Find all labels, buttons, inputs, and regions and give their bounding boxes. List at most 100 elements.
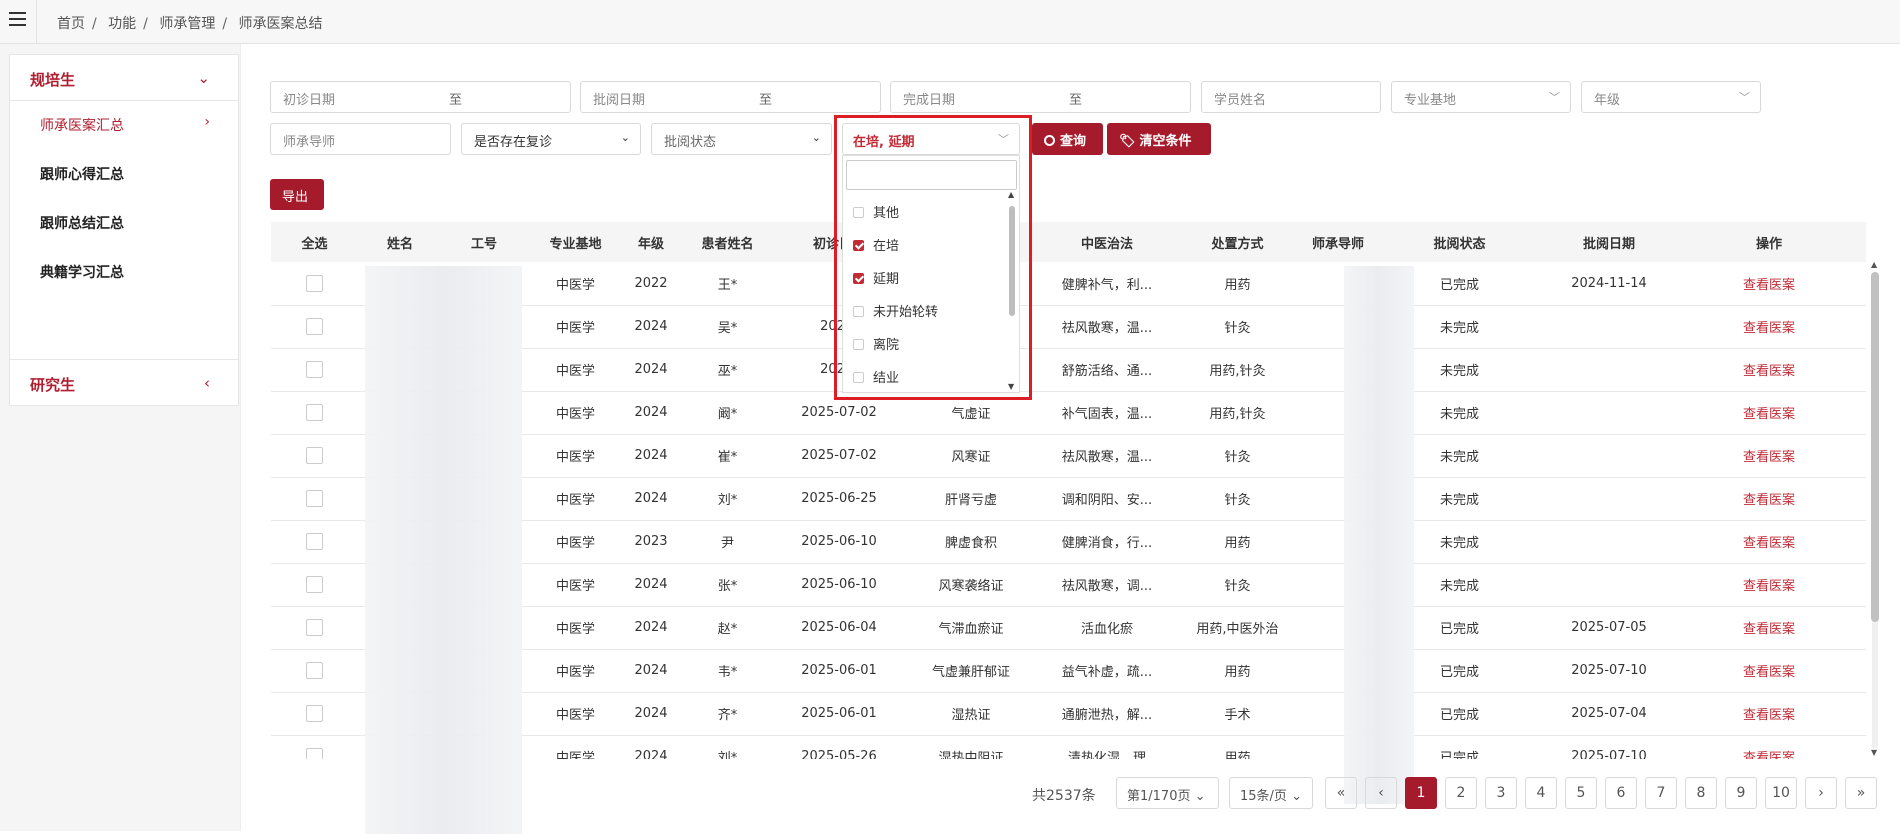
select-cell[interactable] <box>271 649 358 693</box>
page-6-button[interactable]: 6 <box>1605 777 1637 809</box>
dropdown-search-input[interactable] <box>846 160 1017 190</box>
row-checkbox[interactable] <box>306 274 323 292</box>
page-8-button[interactable]: 8 <box>1685 777 1717 809</box>
checkbox-icon[interactable] <box>853 306 864 317</box>
page-4-button[interactable]: 4 <box>1525 777 1557 809</box>
status-option[interactable]: 延期 <box>843 260 1003 293</box>
select-cell[interactable] <box>271 434 358 478</box>
sidebar-item-case-summary[interactable]: 师承医案汇总 › <box>10 100 238 149</box>
sidebar-group-resident[interactable]: 规培生 ⌄ <box>10 55 240 100</box>
page-select[interactable]: 第1/170页 ⌄ <box>1116 777 1219 809</box>
complete-date-range[interactable]: 完成日期 至 <box>890 81 1191 113</box>
view-case-link[interactable]: 查看医案 <box>1672 606 1866 650</box>
review-status-select[interactable]: 批阅状态 ⌄ <box>651 123 832 155</box>
select-cell[interactable] <box>271 606 358 650</box>
range-to-label: 至 <box>759 93 773 108</box>
scroll-up-icon[interactable]: ▲ <box>1008 190 1014 199</box>
row-checkbox[interactable] <box>306 490 323 507</box>
row-checkbox[interactable] <box>306 361 323 378</box>
next-page-button[interactable]: › <box>1805 777 1837 809</box>
prev-page-button[interactable]: ‹ <box>1365 777 1397 809</box>
checkbox-icon[interactable] <box>853 372 864 383</box>
select-all-header[interactable]: 全选 <box>271 222 358 262</box>
per-page-select[interactable]: 15条/页 ⌄ <box>1229 777 1313 809</box>
checkbox-icon[interactable] <box>853 339 864 350</box>
breadcrumb-mentorship[interactable]: 师承管理 <box>159 16 215 32</box>
sidebar-group-graduate[interactable]: 研究生 ‹ <box>10 360 240 405</box>
view-case-link[interactable]: 查看医案 <box>1672 305 1866 349</box>
view-case-link[interactable]: 查看医案 <box>1672 434 1866 478</box>
clear-conditions-button[interactable]: 🏷 清空条件 <box>1107 123 1211 155</box>
view-case-link[interactable]: 查看医案 <box>1672 563 1866 607</box>
row-checkbox[interactable] <box>306 318 323 335</box>
view-case-link[interactable]: 查看医案 <box>1672 348 1866 392</box>
status-option[interactable]: 未开始轮转 <box>843 293 1003 326</box>
query-button[interactable]: 查询 <box>1032 123 1103 155</box>
first-visit-cell: 2025-06-25 <box>778 477 900 521</box>
page-5-button[interactable]: 5 <box>1565 777 1597 809</box>
checkbox-checked-icon[interactable] <box>853 273 864 284</box>
status-option[interactable]: 结业 <box>843 359 1003 392</box>
chevron-down-icon: ⌄ <box>197 69 210 87</box>
revisit-select[interactable]: 是否存在复诊 ⌄ <box>461 123 641 155</box>
scroll-down-icon[interactable]: ▼ <box>1008 382 1014 391</box>
view-case-link[interactable]: 查看医案 <box>1672 477 1866 521</box>
dropdown-scrollbar[interactable]: ▲ ▼ <box>1008 190 1017 391</box>
page-7-button[interactable]: 7 <box>1645 777 1677 809</box>
row-checkbox[interactable] <box>306 748 323 759</box>
select-cell[interactable] <box>271 520 358 564</box>
first-visit-date-range[interactable]: 初诊日期 至 <box>270 81 571 113</box>
page-10-button[interactable]: 10 <box>1765 777 1797 809</box>
row-checkbox[interactable] <box>306 533 323 550</box>
review-date-range[interactable]: 批阅日期 至 <box>580 81 881 113</box>
view-case-link[interactable]: 查看医案 <box>1672 735 1866 759</box>
page-9-button[interactable]: 9 <box>1725 777 1757 809</box>
select-cell[interactable] <box>271 391 358 435</box>
view-case-link[interactable]: 查看医案 <box>1672 391 1866 435</box>
student-status-select[interactable]: 在培, 延期 ﹀ <box>842 123 1020 155</box>
page-3-button[interactable]: 3 <box>1485 777 1517 809</box>
sidebar-item-experience-summary[interactable]: 跟师心得汇总 <box>10 149 238 198</box>
last-page-button[interactable]: » <box>1845 777 1877 809</box>
checkbox-icon[interactable] <box>853 207 864 218</box>
hamburger-menu-icon[interactable] <box>9 12 26 28</box>
select-cell[interactable] <box>271 563 358 607</box>
view-case-link[interactable]: 查看医案 <box>1672 520 1866 564</box>
checkbox-checked-icon[interactable] <box>853 240 864 251</box>
row-checkbox[interactable] <box>306 662 323 679</box>
view-case-link[interactable]: 查看医案 <box>1672 692 1866 736</box>
status-option[interactable]: 离院 <box>843 326 1003 359</box>
scroll-down-icon[interactable]: ▼ <box>1871 748 1877 757</box>
page-1-button[interactable]: 1 <box>1405 777 1437 809</box>
first-page-button[interactable]: « <box>1325 777 1357 809</box>
view-case-link[interactable]: 查看医案 <box>1672 262 1866 306</box>
export-button[interactable]: 导出 <box>270 179 324 210</box>
page-2-button[interactable]: 2 <box>1445 777 1477 809</box>
select-cell[interactable] <box>271 305 358 349</box>
breadcrumb-home[interactable]: 首页 <box>57 16 85 32</box>
select-cell[interactable] <box>271 477 358 521</box>
select-cell[interactable] <box>271 348 358 392</box>
select-cell[interactable] <box>271 262 358 306</box>
breadcrumb-function[interactable]: 功能 <box>108 16 136 32</box>
scroll-thumb[interactable] <box>1871 272 1879 622</box>
view-case-link[interactable]: 查看医案 <box>1672 649 1866 693</box>
sidebar-item-classics-summary[interactable]: 典籍学习汇总 <box>10 247 238 296</box>
select-cell[interactable] <box>271 735 358 759</box>
student-name-input[interactable]: 学员姓名 <box>1201 81 1381 113</box>
row-checkbox[interactable] <box>306 619 323 636</box>
status-option[interactable]: 其他 <box>843 194 1003 227</box>
status-option[interactable]: 在培 <box>843 227 1003 260</box>
scroll-up-icon[interactable]: ▲ <box>1871 260 1877 269</box>
grade-select[interactable]: 年级 ﹀ <box>1581 81 1761 113</box>
row-checkbox[interactable] <box>306 576 323 593</box>
scroll-thumb[interactable] <box>1009 206 1015 316</box>
row-checkbox[interactable] <box>306 447 323 464</box>
select-cell[interactable] <box>271 692 358 736</box>
row-checkbox[interactable] <box>306 705 323 722</box>
table-scrollbar[interactable]: ▲ ▼ <box>1871 260 1879 757</box>
row-checkbox[interactable] <box>306 404 323 421</box>
sidebar-item-mentor-summary[interactable]: 跟师总结汇总 <box>10 198 238 247</box>
mentor-input[interactable]: 师承导师 <box>270 123 451 155</box>
base-select[interactable]: 专业基地 ﹀ <box>1391 81 1571 113</box>
